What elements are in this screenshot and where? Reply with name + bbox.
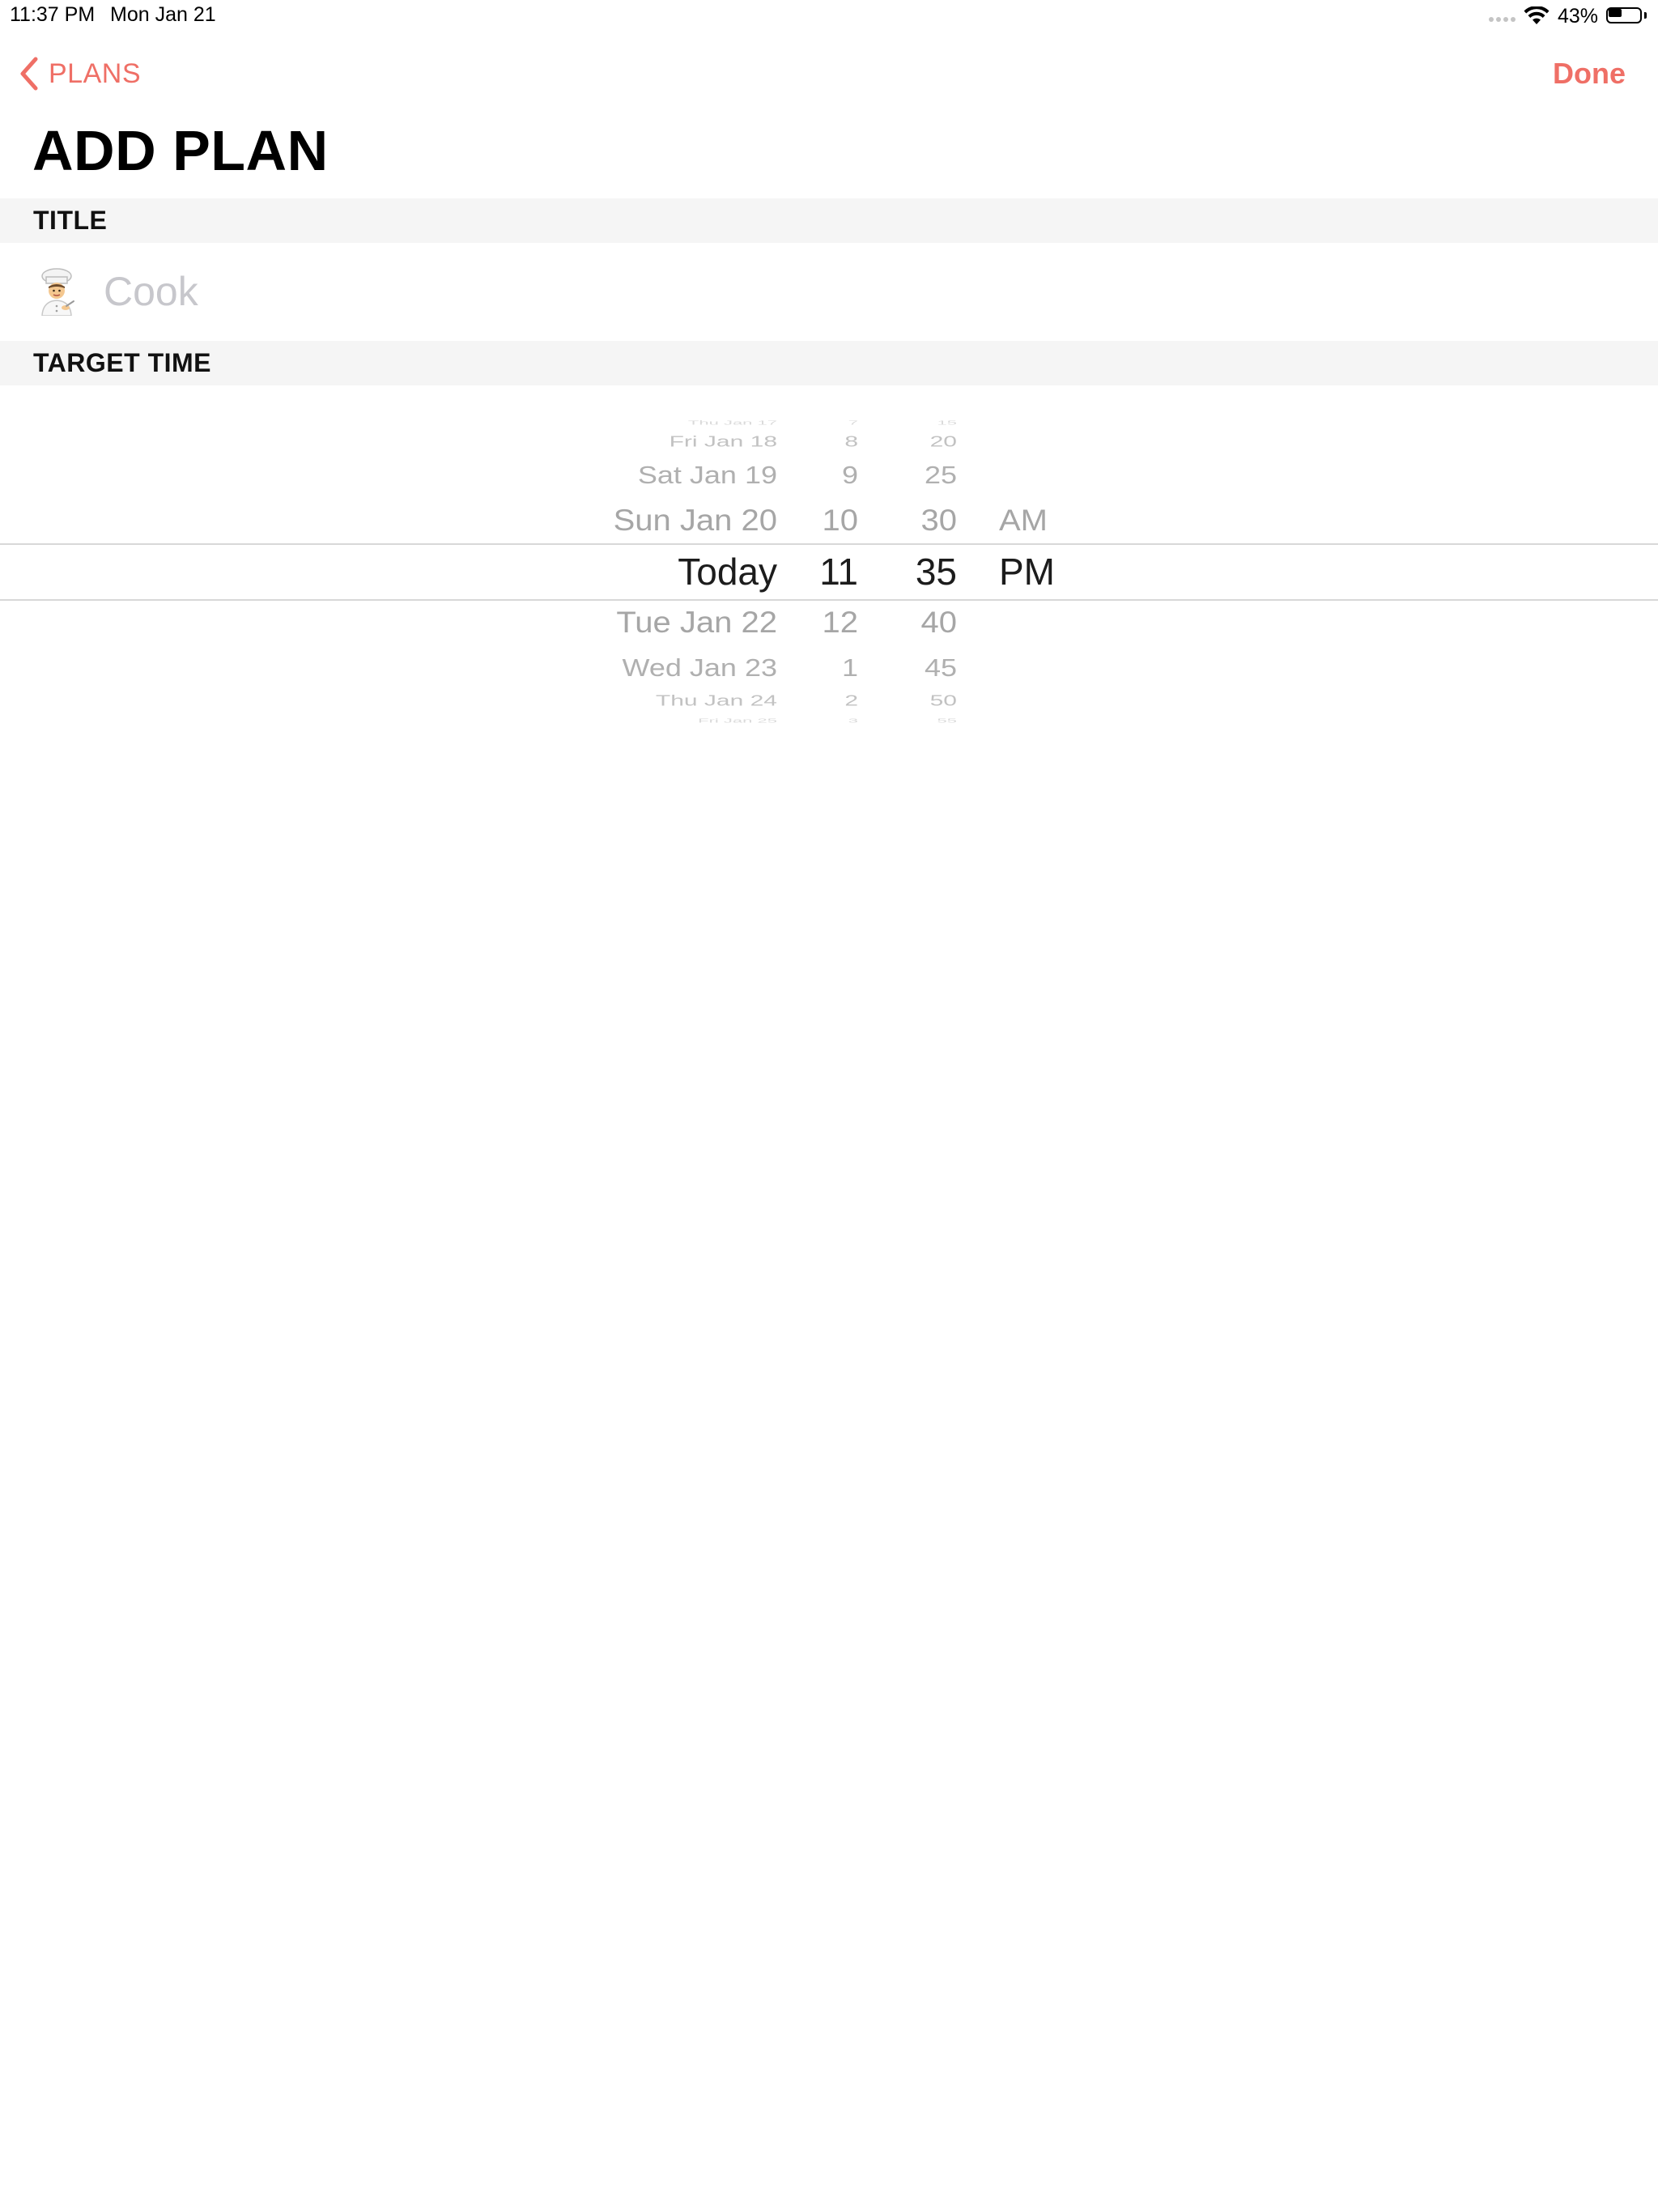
picker-row[interactable]: Sun Jan 20 10 30 AM [0,502,1658,539]
signal-dots-icon [1488,11,1516,22]
picker-row[interactable]: Fri Jan 25 3 55 [0,716,1658,725]
picker-row[interactable]: Fri Jan 18 8 20 [0,432,1658,453]
picker-minute-cell: 50 [929,692,957,709]
picker-date-cell: Sun Jan 20 [613,504,777,538]
picker-hour-cell: 11 [819,551,858,593]
picker-date-cell: Fri Jan 18 [669,433,777,450]
picker-hour-cell: 10 [822,504,859,538]
picker-minute-cell: 30 [920,504,958,538]
chef-icon [41,268,74,316]
done-button[interactable]: Done [1553,55,1626,92]
picker-row[interactable]: Thu Jan 17 7 15 [0,418,1658,427]
picker-date-cell: Today [678,551,777,593]
picker-row[interactable]: Thu Jan 24 2 50 [0,691,1658,712]
picker-row[interactable]: Wed Jan 23 1 45 [0,653,1658,684]
page-title: ADD PLAN [32,119,329,182]
chevron-left-icon [20,57,38,91]
picker-date-cell: Thu Jan 17 [687,419,777,427]
back-button[interactable]: PLANS [19,55,141,92]
picker-row[interactable]: Sat Jan 19 9 25 [0,460,1658,491]
picker-date-cell: Tue Jan 22 [616,606,777,640]
picker-hour-cell: 3 [848,717,858,725]
battery-percent: 43% [1557,4,1598,28]
picker-date-cell: Wed Jan 23 [622,653,777,682]
picker-hour-cell: 12 [822,606,859,640]
picker-minute-cell: 25 [924,461,957,489]
status-indicators: 43% [1488,3,1647,29]
status-time: 11:37 PM [10,3,96,26]
title-row[interactable] [0,243,1658,340]
picker-minute-cell: 35 [915,551,957,593]
picker-minute-cell: 40 [920,606,958,640]
picker-selection-line-top [0,543,1658,545]
section-header-title: TITLE [0,198,1658,243]
picker-minute-cell: 15 [937,419,957,427]
picker-date-cell: Fri Jan 25 [698,717,777,725]
picker-hour-cell: 2 [844,692,858,709]
title-input[interactable] [104,267,1561,316]
picker-minute-cell: 55 [937,717,957,725]
picker-row[interactable]: Tue Jan 22 12 40 [0,604,1658,641]
picker-hour-cell: 9 [841,461,858,489]
wifi-icon [1524,6,1550,24]
picker-date-cell: Sat Jan 19 [637,461,777,489]
picker-hour-cell: 7 [848,419,858,427]
status-date: Mon Jan 21 [110,3,216,26]
picker-minute-cell: 45 [924,653,957,682]
picker-minute-cell: 20 [929,433,957,450]
back-button-label: PLANS [49,57,141,89]
picker-hour-cell: 1 [841,653,858,682]
status-bar: 11:37 PM Mon Jan 21 43% [0,0,1658,32]
picker-hour-cell: 8 [844,433,858,450]
date-time-picker[interactable]: Thu Jan 17 7 15 Fri Jan 18 8 20 Sat Jan 19 9 25 S… [0,405,1658,729]
battery-icon [1606,6,1647,26]
section-header-target-time: TARGET TIME [0,341,1658,385]
picker-selection-line-bottom [0,599,1658,601]
picker-ampm-cell: AM [999,504,1048,538]
picker-row-selected[interactable]: Today 11 35 PM [0,549,1658,594]
picker-date-cell: Thu Jan 24 [655,692,777,709]
picker-ampm-cell: PM [999,551,1055,593]
